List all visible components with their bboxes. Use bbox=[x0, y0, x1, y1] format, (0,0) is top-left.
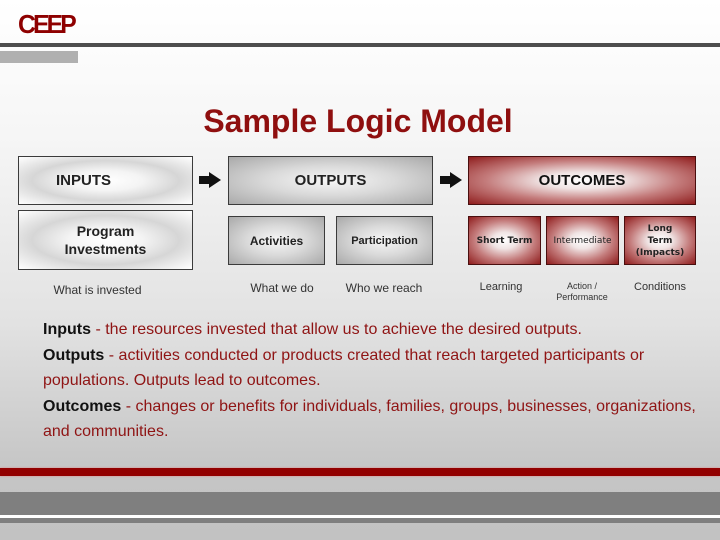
footer-thin-band bbox=[0, 518, 720, 523]
ceep-logo: CEEP bbox=[18, 9, 77, 39]
definition-outcomes: Outcomes - changes or benefits for indiv… bbox=[43, 394, 703, 444]
activities-box: Activities bbox=[228, 216, 325, 265]
footer-gray-band bbox=[0, 492, 720, 515]
participation-label: Participation bbox=[351, 234, 418, 247]
outputs-header-box: OUTPUTS bbox=[228, 156, 433, 205]
short-term-label: Short Term bbox=[476, 235, 533, 246]
definition-separator: - bbox=[121, 398, 136, 415]
intermediate-label: Intermediate bbox=[553, 235, 612, 246]
participation-box: Participation bbox=[336, 216, 433, 265]
definition-separator: - bbox=[91, 321, 106, 338]
definition-term: Inputs bbox=[43, 321, 91, 338]
short-term-box: Short Term bbox=[468, 216, 541, 265]
activities-label: Activities bbox=[249, 233, 304, 248]
definition-text: the resources invested that allow us to … bbox=[105, 321, 582, 338]
outcomes-header-label: OUTCOMES bbox=[538, 172, 626, 189]
long-term-box: Long Term (Impacts) bbox=[624, 216, 696, 265]
definition-text: changes or benefits for individuals, fam… bbox=[43, 398, 696, 440]
long-term-label: Long Term (Impacts) bbox=[635, 223, 685, 258]
definition-inputs: Inputs - the resources invested that all… bbox=[43, 317, 703, 342]
arrow-right-icon bbox=[440, 172, 462, 188]
intermediate-box: Intermediate bbox=[546, 216, 619, 265]
caption-learning: Learning bbox=[479, 281, 523, 293]
inputs-header-label: INPUTS bbox=[56, 172, 112, 189]
caption-what-is-invested: What is invested bbox=[53, 283, 142, 297]
slide-title: Sample Logic Model bbox=[0, 103, 720, 140]
caption-action-performance: Action / Performance bbox=[556, 281, 608, 302]
slide-title-text: Sample Logic Model bbox=[203, 103, 513, 139]
definition-separator: - bbox=[104, 347, 119, 364]
program-investments-box: Program Investments bbox=[18, 210, 193, 270]
caption-what-we-do: What we do bbox=[250, 281, 314, 295]
definitions-list: Inputs - the resources invested that all… bbox=[43, 317, 703, 445]
header-accent-tab bbox=[0, 51, 78, 63]
outcomes-header-box: OUTCOMES bbox=[468, 156, 696, 205]
inputs-header-box: INPUTS bbox=[18, 156, 193, 205]
definition-term: Outcomes bbox=[43, 398, 122, 415]
caption-who-we-reach: Who we reach bbox=[345, 281, 423, 295]
arrow-right-icon bbox=[199, 172, 221, 188]
program-investments-label: Program Investments bbox=[64, 223, 147, 257]
caption-conditions: Conditions bbox=[634, 281, 686, 293]
footer-red-line bbox=[0, 468, 720, 476]
definition-outputs: Outputs - activities conducted or produc… bbox=[43, 343, 703, 393]
definition-term: Outputs bbox=[43, 347, 105, 364]
header-divider bbox=[0, 43, 720, 47]
definition-text: activities conducted or products created… bbox=[43, 347, 645, 389]
outputs-header-label: OUTPUTS bbox=[294, 172, 367, 189]
